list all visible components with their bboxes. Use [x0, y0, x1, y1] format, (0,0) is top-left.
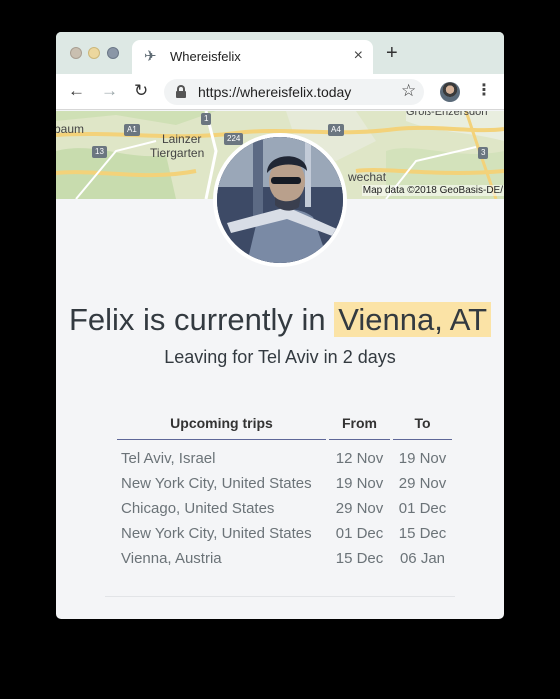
map-label: baum	[56, 122, 85, 136]
url-text[interactable]: https://whereisfelix.today	[198, 84, 351, 100]
trip-from: 01 Dec	[335, 525, 384, 542]
plus-icon[interactable]: +	[386, 43, 398, 63]
trip-destination: New York City, United States	[121, 475, 312, 492]
window-maximize-button[interactable]	[107, 47, 119, 59]
reload-icon[interactable]: ↻	[134, 82, 148, 100]
table-row: New York City, United States 01 Dec 15 D…	[117, 521, 452, 546]
map-label: wechat	[348, 170, 387, 184]
road-badge: 224	[224, 133, 244, 145]
close-icon[interactable]: ×	[354, 47, 363, 65]
trip-destination: Vienna, Austria	[121, 550, 222, 567]
profile-avatar[interactable]	[440, 82, 460, 102]
menu-icon[interactable]: ⋮	[476, 83, 492, 99]
table-header-row: Upcoming trips From To	[117, 406, 452, 440]
tab-whereisfelix[interactable]: ✈ Whereisfelix ×	[132, 40, 373, 74]
table-row: Chicago, United States 29 Nov 01 Dec	[117, 496, 452, 521]
road-badge: A4	[328, 124, 344, 136]
trip-from: 29 Nov	[335, 500, 384, 517]
browser-toolbar: ← → ↻ https://whereisfelix.today ☆ ⋮	[56, 74, 504, 110]
forward-icon[interactable]: →	[101, 82, 118, 100]
trip-from: 12 Nov	[335, 450, 384, 467]
headline-prefix: Felix is currently in	[68, 302, 335, 337]
window-close-button[interactable]	[70, 47, 82, 59]
profile-photo	[213, 133, 347, 267]
road-badge: A1	[124, 124, 140, 136]
table-row: New York City, United States 19 Nov 29 N…	[117, 471, 452, 496]
window-minimize-button[interactable]	[88, 47, 100, 59]
star-icon[interactable]: ☆	[401, 82, 416, 100]
trip-to: 06 Jan	[399, 550, 446, 567]
map-label: Groß-Enzersdorf	[406, 111, 488, 118]
map-attribution: Map data ©2018 GeoBasis-DE/	[361, 185, 504, 196]
upcoming-trips-table: Upcoming trips From To Tel Aviv, Israel …	[114, 406, 455, 571]
trip-from: 15 Dec	[335, 550, 384, 567]
map-label: Tiergarten	[150, 146, 205, 160]
next-trip-subtitle: Leaving for Tel Aviv in 2 days	[164, 347, 396, 367]
column-header-trips: Upcoming trips	[117, 406, 326, 440]
lock-icon	[176, 85, 186, 98]
trip-destination: New York City, United States	[121, 525, 312, 542]
table-row: Vienna, Austria 15 Dec 06 Jan	[117, 546, 452, 571]
back-icon[interactable]: ←	[68, 82, 85, 100]
page-title: Felix is currently in Vienna, AT	[56, 297, 504, 343]
address-bar[interactable]: https://whereisfelix.today	[164, 79, 424, 105]
tab-strip: ✈ Whereisfelix × +	[56, 32, 504, 74]
airplane-icon: ✈	[144, 48, 157, 65]
trip-to: 15 Dec	[398, 525, 447, 542]
road-badge: 3	[478, 147, 489, 159]
column-header-to: To	[393, 406, 452, 440]
trip-to: 01 Dec	[398, 500, 447, 517]
trip-to: 19 Nov	[398, 450, 447, 467]
divider	[105, 596, 455, 597]
road-badge: 13	[92, 146, 107, 158]
trip-destination: Tel Aviv, Israel	[121, 450, 216, 467]
trip-to: 29 Nov	[398, 475, 447, 492]
profile-image	[217, 137, 343, 263]
map-label: Lainzer	[162, 132, 202, 146]
current-location: Vienna, AT	[334, 302, 492, 337]
table-row: Tel Aviv, Israel 12 Nov 19 Nov	[117, 440, 452, 471]
road-badge: 1	[201, 113, 212, 125]
trip-from: 19 Nov	[335, 475, 384, 492]
tab-title: Whereisfelix	[170, 49, 241, 64]
column-header-from: From	[329, 406, 390, 440]
trip-destination: Chicago, United States	[121, 500, 275, 517]
browser-window: ✈ Whereisfelix × + ← → ↻ https://whereis…	[56, 32, 504, 619]
